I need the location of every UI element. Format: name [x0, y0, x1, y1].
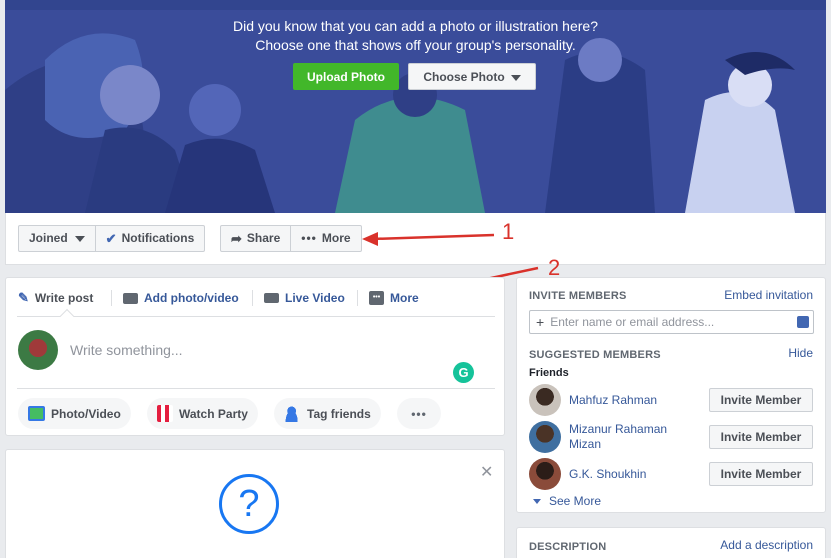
invite-name-placeholder: Enter name or email address... — [550, 315, 715, 329]
suggested-members-heading: SUGGESTED MEMBERS — [529, 349, 661, 361]
friends-label: Friends — [529, 367, 569, 379]
suggested-member-row: Mizanur Rahaman Mizan Invite Member — [529, 421, 814, 453]
avatar[interactable] — [529, 421, 561, 453]
write-something-input[interactable]: Write something... — [70, 342, 183, 358]
tag-friends-label: Tag friends — [307, 406, 371, 421]
embed-invitation-link[interactable]: Embed invitation — [724, 288, 813, 302]
video-camera-icon — [264, 293, 279, 303]
tab-more[interactable]: ••• More — [369, 288, 419, 308]
photo-video-label: Photo/Video — [51, 406, 121, 421]
pencil-icon: ✎ — [18, 290, 29, 305]
photo-video-button[interactable]: Photo/Video — [18, 398, 131, 429]
annotation-number-1: 1 — [502, 219, 515, 244]
tab-live-video[interactable]: Live Video — [264, 288, 345, 308]
see-more-link[interactable]: See More — [533, 494, 601, 508]
tag-friends-button[interactable]: Tag friends — [274, 398, 381, 429]
tab-more-label: More — [390, 291, 419, 305]
more-dots-icon: ••• — [411, 406, 427, 421]
hide-suggestions-link[interactable]: Hide — [788, 346, 813, 360]
popcorn-icon — [157, 405, 173, 422]
composer-tabs-divider — [17, 316, 495, 317]
tab-divider — [357, 290, 358, 306]
tab-divider — [111, 290, 112, 306]
description-panel: DESCRIPTION Add a description — [516, 527, 826, 558]
post-composer: ✎ Write post Add photo/video Live Video … — [5, 277, 505, 436]
invite-member-button[interactable]: Invite Member — [709, 462, 813, 486]
member-name[interactable]: Mahfuz Rahman — [569, 393, 689, 408]
see-more-label: See More — [549, 494, 602, 508]
close-icon[interactable]: ✕ — [480, 462, 493, 482]
avatar[interactable] — [529, 384, 561, 416]
watch-party-label: Watch Party — [179, 406, 248, 421]
composer-actions-divider — [17, 388, 495, 389]
tab-write-post-label: Write post — [34, 291, 94, 305]
add-description-link[interactable]: Add a description — [720, 538, 813, 552]
watch-party-button[interactable]: Watch Party — [147, 398, 258, 429]
grammarly-icon[interactable]: G — [453, 362, 474, 383]
photo-icon — [28, 406, 45, 421]
tag-person-icon — [284, 405, 301, 422]
current-user-avatar[interactable] — [18, 330, 58, 370]
address-book-icon[interactable] — [797, 316, 809, 328]
member-name[interactable]: Mizanur Rahaman Mizan — [569, 422, 689, 452]
avatar[interactable] — [529, 458, 561, 490]
question-mark-icon: ? — [219, 474, 279, 534]
chevron-down-icon — [533, 498, 541, 504]
more-dots-icon: ••• — [369, 291, 384, 305]
description-heading: DESCRIPTION — [529, 541, 607, 553]
invite-members-panel: INVITE MEMBERS Embed invitation + Enter … — [516, 277, 826, 513]
tab-add-photo-video-label: Add photo/video — [144, 291, 239, 305]
tab-write-post[interactable]: ✎ Write post — [18, 288, 93, 308]
member-name[interactable]: G.K. Shoukhin — [569, 467, 689, 482]
tab-add-photo-video[interactable]: Add photo/video — [123, 288, 239, 308]
invite-member-button[interactable]: Invite Member — [709, 425, 813, 449]
more-actions-button[interactable]: ••• — [397, 398, 441, 429]
plus-icon: + — [536, 314, 545, 330]
group-setup-card: ✕ ? — [5, 449, 505, 558]
invite-name-input[interactable]: + Enter name or email address... — [529, 310, 814, 334]
camera-icon — [123, 292, 138, 304]
invite-member-button[interactable]: Invite Member — [709, 388, 813, 412]
tab-divider — [252, 290, 253, 306]
active-tab-indicator — [59, 308, 75, 324]
tab-live-video-label: Live Video — [285, 291, 345, 305]
suggested-member-row: Mahfuz Rahman Invite Member — [529, 384, 814, 416]
suggested-member-row: G.K. Shoukhin Invite Member — [529, 458, 814, 490]
invite-members-heading: INVITE MEMBERS — [529, 290, 627, 302]
